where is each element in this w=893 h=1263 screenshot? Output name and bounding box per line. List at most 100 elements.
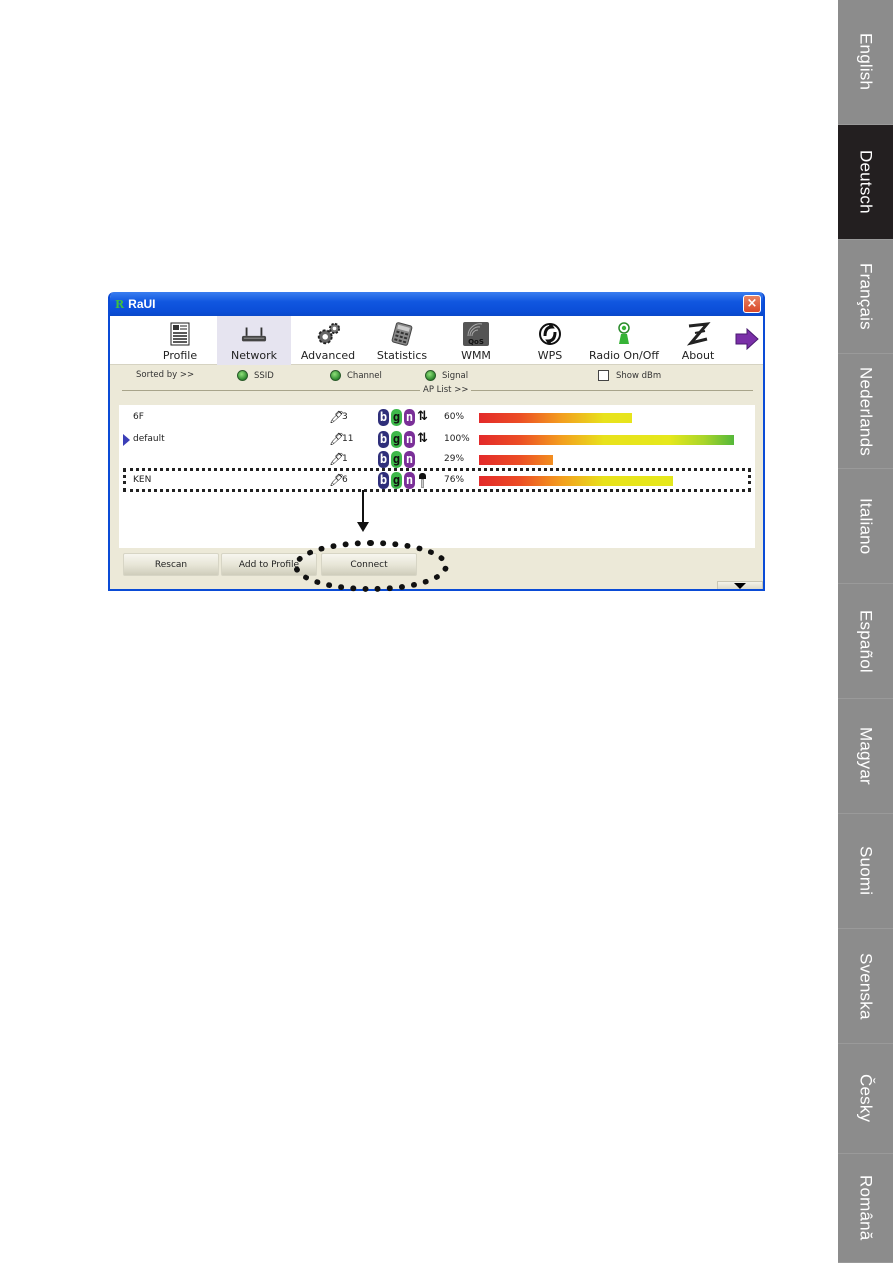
signal-bar — [479, 413, 632, 423]
radio-label: Channel — [347, 370, 382, 381]
lang-tab-label: Svenska — [856, 952, 876, 1020]
lang-tab-svenska[interactable]: Svenska — [838, 929, 893, 1044]
tool-label: Profile — [162, 349, 198, 362]
window-title: RaUI — [128, 297, 156, 311]
lang-tab-suomi[interactable]: Suomi — [838, 814, 893, 929]
mode-g-icon: g — [391, 409, 402, 426]
lang-tab-label: Deutsch — [856, 150, 876, 214]
radio-icon — [330, 370, 341, 381]
lang-tab-english[interactable]: English — [838, 0, 893, 125]
show-dbm-checkbox[interactable]: Show dBm — [598, 370, 661, 381]
profile-document-icon — [167, 321, 193, 347]
signal-bar-fill — [479, 413, 632, 423]
signal-bar — [479, 435, 734, 445]
tool-label: WMM — [461, 349, 491, 362]
lang-tab-romana[interactable]: Română — [838, 1154, 893, 1263]
language-sidebar: English Deutsch Français Nederlands Ital… — [838, 0, 893, 1263]
title-bar: R RaUI × — [110, 292, 763, 316]
close-button[interactable]: × — [743, 295, 761, 313]
channel: 1 — [342, 454, 348, 464]
mode-b-icon: b — [378, 409, 389, 426]
tool-wps[interactable]: WPS — [513, 316, 587, 365]
channel: 3 — [342, 412, 348, 422]
signal-percent: 100% — [444, 434, 470, 444]
sort-channel-radio[interactable]: Channel — [330, 370, 382, 381]
sort-signal-radio[interactable]: Signal — [425, 370, 468, 381]
lang-tab-label: Română — [856, 1175, 876, 1241]
tool-radio-on-off[interactable]: Radio On/Off — [587, 316, 661, 365]
mode-b-icon: b — [378, 431, 389, 448]
ap-list-row[interactable]: 6F 🖊︎ 3 b g n ⇅ 60% — [119, 408, 755, 428]
tool-wmm[interactable]: QoS WMM — [439, 316, 513, 365]
lang-tab-label: Français — [856, 263, 876, 330]
mode-n-icon: n — [404, 409, 415, 426]
mode-g-icon: g — [391, 431, 402, 448]
sorted-by-label: Sorted by >> — [136, 370, 195, 380]
tool-label: Advanced — [300, 349, 356, 362]
purple-right-arrow-icon — [734, 327, 760, 354]
expand-button[interactable] — [717, 581, 763, 589]
selected-marker-icon — [123, 434, 130, 446]
rescan-button[interactable]: Rescan — [123, 553, 219, 576]
radio-icon — [425, 370, 436, 381]
annotation-highlight-oval — [293, 540, 449, 592]
lang-tab-label: Magyar — [856, 727, 876, 785]
radio-label: SSID — [254, 370, 274, 381]
signal-bar — [479, 455, 553, 465]
lang-tab-espanol[interactable]: Español — [838, 584, 893, 699]
ap-list-row[interactable]: default 🖊︎ 11 b g n ⇅ 100% — [119, 430, 755, 450]
annotation-highlight-row — [123, 468, 751, 492]
signal-bar-fill — [479, 455, 553, 465]
qos-icon: QoS — [463, 321, 489, 347]
mode-g-icon: g — [391, 451, 402, 468]
mode-n-icon: n — [404, 451, 415, 468]
ssid: default — [133, 434, 165, 444]
lang-tab-label: Suomi — [856, 846, 876, 896]
tool-label: Radio On/Off — [589, 349, 659, 362]
tool-network[interactable]: Network — [217, 316, 291, 365]
wps-icon — [537, 321, 563, 347]
ap-list-row[interactable]: 🖊︎ 1 b g n 29% — [119, 450, 755, 470]
toolbar: Profile Network Advanced Statistics QoS … — [110, 316, 763, 365]
lang-tab-label: Italiano — [856, 497, 876, 555]
signal-bar-fill — [479, 435, 734, 445]
tool-label: Statistics — [376, 349, 428, 362]
calculator-icon — [389, 321, 415, 347]
wps-icon: ⇅ — [417, 431, 428, 446]
tool-advanced[interactable]: Advanced — [291, 316, 365, 365]
tool-label: Network — [231, 349, 277, 362]
lang-tab-italiano[interactable]: Italiano — [838, 469, 893, 584]
tool-label: About — [681, 349, 715, 362]
wps-icon: ⇅ — [417, 409, 428, 424]
lang-tab-cesky[interactable]: Česky — [838, 1044, 893, 1154]
tool-label: WPS — [537, 349, 563, 362]
router-icon — [241, 321, 267, 347]
tool-statistics[interactable]: Statistics — [365, 316, 439, 365]
lang-tab-label: English — [856, 33, 876, 91]
signal-percent: 60% — [444, 412, 465, 422]
about-logo-icon — [685, 321, 711, 347]
checkbox-icon — [598, 370, 609, 381]
raui-window: R RaUI × Profile Network Advanced Statis… — [108, 292, 765, 591]
radio-antenna-icon — [611, 321, 637, 347]
sort-bar: Sorted by >> SSID Channel Signal Show dB… — [110, 365, 763, 385]
lang-tab-nederlands[interactable]: Nederlands — [838, 354, 893, 469]
lang-tab-label: Nederlands — [856, 366, 876, 456]
sort-ssid-radio[interactable]: SSID — [237, 370, 274, 381]
radio-icon — [237, 370, 248, 381]
tool-about[interactable]: About — [661, 316, 735, 365]
lang-tab-deutsch[interactable]: Deutsch — [838, 125, 893, 240]
raui-logo-icon: R — [115, 297, 125, 311]
next-page-button[interactable] — [732, 316, 762, 365]
lang-tab-label: Česky — [856, 1074, 876, 1123]
lang-tab-francais[interactable]: Français — [838, 240, 893, 354]
ap-list: 6F 🖊︎ 3 b g n ⇅ 60% default 🖊︎ 11 b g n ⇅ 100% 🖊︎ 1 b g n 29%… — [119, 405, 755, 548]
gears-icon — [315, 321, 341, 347]
triangle-down-icon — [734, 583, 746, 589]
channel: 11 — [342, 434, 354, 444]
ap-list-title: AP List >> — [420, 385, 472, 395]
ssid: 6F — [133, 412, 144, 422]
annotation-arrow-head — [357, 522, 369, 532]
tool-profile[interactable]: Profile — [143, 316, 217, 365]
lang-tab-magyar[interactable]: Magyar — [838, 699, 893, 814]
